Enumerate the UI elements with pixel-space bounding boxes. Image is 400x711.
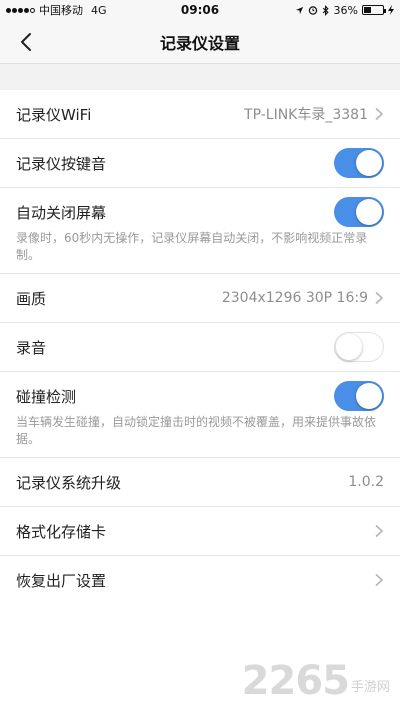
format-sd-label: 格式化存储卡 — [16, 522, 107, 541]
key-sound-toggle[interactable] — [334, 148, 384, 178]
back-button[interactable] — [10, 26, 42, 58]
settings-list: 记录仪WiFi TP-LINK车录_3381 记录仪按键音 自动关闭屏幕 录像时… — [0, 90, 400, 604]
auto-screen-off-toggle[interactable] — [334, 197, 384, 227]
chevron-right-icon — [375, 524, 384, 538]
audio-label: 录音 — [16, 338, 47, 357]
status-right: 36% — [295, 4, 394, 17]
chevron-left-icon — [21, 33, 31, 51]
format-sd-row[interactable]: 格式化存储卡 — [0, 507, 400, 556]
quality-label: 画质 — [16, 289, 47, 308]
watermark-text: 手游网 — [350, 680, 390, 695]
audio-row: 录音 — [0, 323, 400, 372]
status-bar: 中国移动 4G 09:06 36% — [0, 0, 400, 20]
auto-screen-off-row: 自动关闭屏幕 录像时，60秒内无操作，记录仪屏幕自动关闭，不影响视频正常录制。 — [0, 188, 400, 274]
wifi-row[interactable]: 记录仪WiFi TP-LINK车录_3381 — [0, 90, 400, 139]
watermark-number: 2265 — [241, 658, 350, 704]
collision-description: 当车辆发生碰撞，自动锁定撞击时的视频不被覆盖，用来提供事故依据。 — [16, 415, 377, 446]
wifi-value: TP-LINK车录_3381 — [244, 107, 368, 123]
alarm-icon — [308, 6, 317, 15]
section-gap — [0, 64, 400, 90]
network-type: 4G — [91, 3, 107, 17]
chevron-right-icon — [375, 107, 384, 121]
signal-icon — [6, 7, 35, 13]
carrier-name: 中国移动 — [39, 4, 83, 17]
battery-percent: 36% — [333, 3, 358, 17]
firmware-row[interactable]: 记录仪系统升级 1.0.2 — [0, 458, 400, 507]
audio-toggle[interactable] — [334, 332, 384, 362]
wifi-label: 记录仪WiFi — [16, 105, 92, 124]
collision-toggle[interactable] — [334, 381, 384, 411]
chevron-right-icon — [375, 573, 384, 587]
chevron-right-icon — [375, 291, 384, 305]
collision-row: 碰撞检测 当车辆发生碰撞，自动锁定撞击时的视频不被覆盖，用来提供事故依据。 — [0, 372, 400, 458]
auto-screen-off-description: 录像时，60秒内无操作，记录仪屏幕自动关闭，不影响视频正常录制。 — [16, 231, 368, 262]
charging-icon — [388, 5, 394, 15]
nav-bar: 记录仪设置 — [0, 20, 400, 64]
site-watermark: 2265 手游网 — [242, 661, 390, 701]
location-arrow-icon — [295, 6, 303, 14]
firmware-version: 1.0.2 — [348, 474, 384, 490]
key-sound-label: 记录仪按键音 — [16, 154, 107, 173]
status-left: 中国移动 4G — [6, 2, 107, 18]
battery-icon — [362, 5, 386, 15]
auto-screen-off-label: 自动关闭屏幕 — [16, 203, 107, 222]
quality-value: 2304x1296 30P 16:9 — [221, 290, 368, 306]
bluetooth-icon — [322, 4, 329, 16]
firmware-label: 记录仪系统升级 — [16, 473, 122, 492]
quality-row[interactable]: 画质 2304x1296 30P 16:9 — [0, 274, 400, 323]
page-title: 记录仪设置 — [159, 33, 240, 53]
factory-reset-label: 恢复出厂设置 — [16, 571, 107, 590]
key-sound-row: 记录仪按键音 — [0, 139, 400, 188]
factory-reset-row[interactable]: 恢复出厂设置 — [0, 556, 400, 604]
collision-label: 碰撞检测 — [16, 387, 77, 406]
